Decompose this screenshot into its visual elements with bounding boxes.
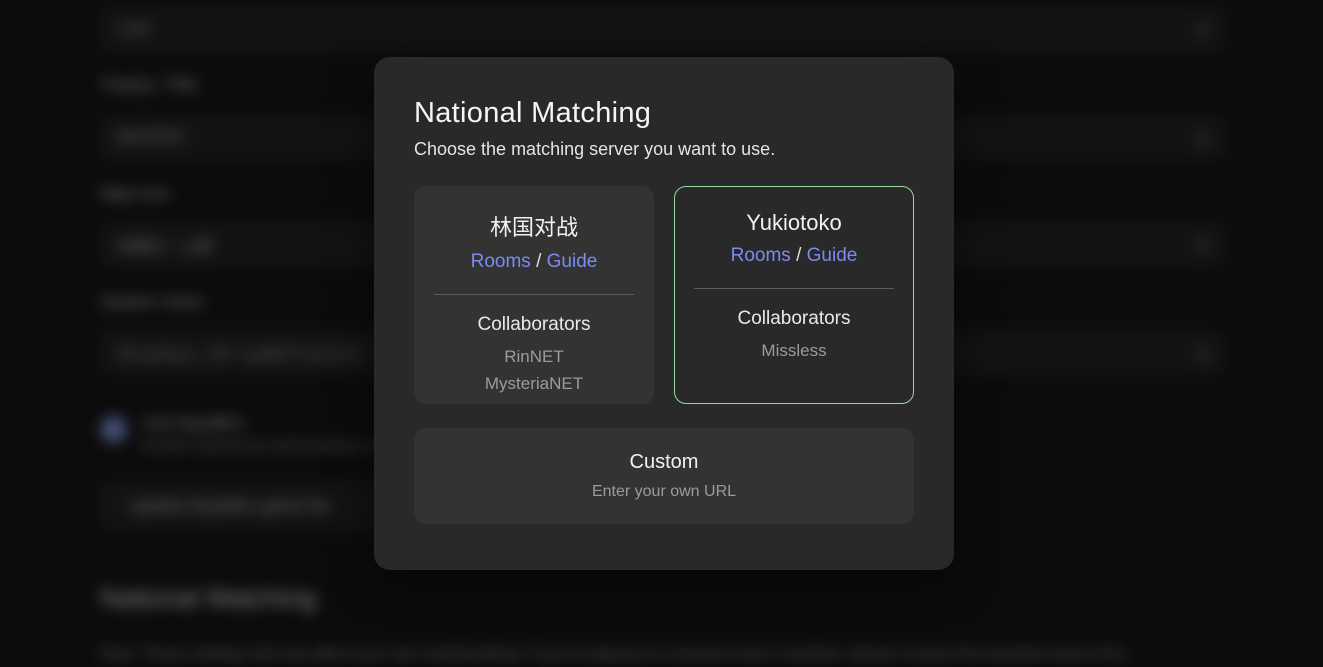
custom-card-subtitle: Enter your own URL xyxy=(592,483,736,501)
link-separator: / xyxy=(531,251,547,272)
custom-server-card[interactable]: Custom Enter your own URL xyxy=(414,428,914,524)
collaborator-name: MysteriaNET xyxy=(415,370,653,397)
server-card-linguo[interactable]: 林国对战 Rooms / Guide Collaborators RinNET … xyxy=(414,186,654,404)
national-matching-dialog: National Matching Choose the matching se… xyxy=(374,57,954,570)
guide-link[interactable]: Guide xyxy=(547,251,598,272)
server-options: 林国对战 Rooms / Guide Collaborators RinNET … xyxy=(414,186,914,404)
screen: 1.50 ❯ Trophy / Title MASTER ❯ Map Icon … xyxy=(0,0,1323,667)
server-card-yukiotoko[interactable]: Yukiotoko Rooms / Guide Collaborators Mi… xyxy=(674,186,914,404)
custom-card-title: Custom xyxy=(630,451,699,474)
collaborators-label: Collaborators xyxy=(415,314,653,336)
collaborator-name: RinNET xyxy=(415,343,653,370)
server-links: Rooms / Guide xyxy=(415,251,653,273)
collaborator-name: Missless xyxy=(675,337,913,364)
collaborators-list: RinNET MysteriaNET xyxy=(415,343,653,397)
server-links: Rooms / Guide xyxy=(675,245,913,267)
rooms-link[interactable]: Rooms xyxy=(731,245,791,266)
guide-link[interactable]: Guide xyxy=(807,245,858,266)
card-divider xyxy=(434,294,634,295)
server-name: 林国对战 xyxy=(415,210,653,242)
collaborators-list: Missless xyxy=(675,337,913,364)
link-separator: / xyxy=(791,245,807,266)
collaborators-label: Collaborators xyxy=(675,308,913,330)
server-name: Yukiotoko xyxy=(675,210,913,236)
dialog-subtitle: Choose the matching server you want to u… xyxy=(414,139,914,160)
rooms-link[interactable]: Rooms xyxy=(471,251,531,272)
dialog-title: National Matching xyxy=(414,97,914,130)
card-divider xyxy=(694,288,894,289)
